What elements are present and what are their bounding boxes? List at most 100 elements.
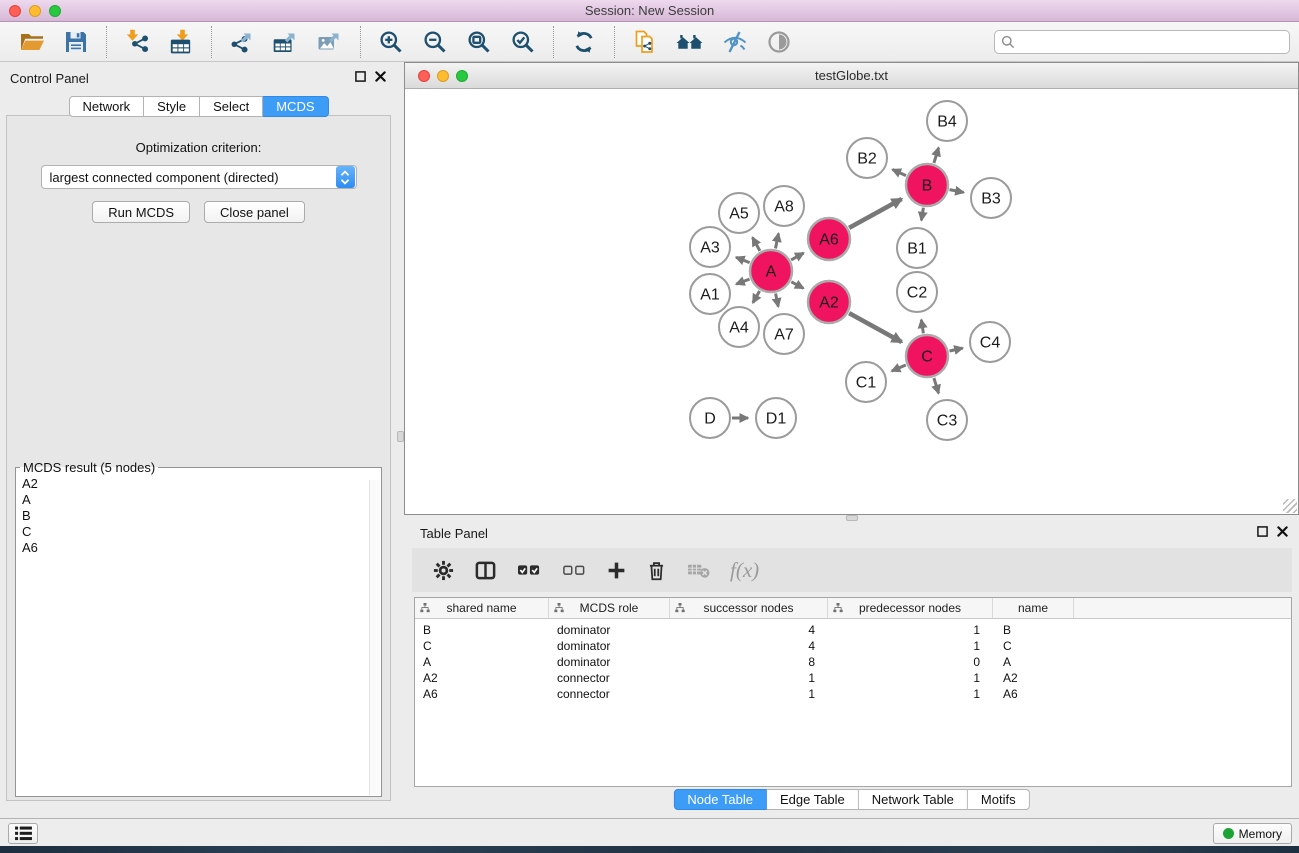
network-minimize-button[interactable] xyxy=(437,70,449,82)
vertical-split-grip[interactable] xyxy=(397,431,404,442)
edge-A-A8[interactable] xyxy=(776,234,779,249)
table-row[interactable]: Cdominator41C xyxy=(415,638,1291,654)
table-cell: 1 xyxy=(828,639,993,653)
run-mcds-button[interactable]: Run MCDS xyxy=(92,201,190,223)
refresh-layout-button[interactable] xyxy=(571,29,597,55)
tab-network[interactable]: Network xyxy=(68,96,144,117)
edge-A6-B[interactable] xyxy=(849,199,902,228)
control-panel-close-button[interactable] xyxy=(375,71,386,82)
select-all-button[interactable] xyxy=(516,559,542,581)
table-panel-close-button[interactable] xyxy=(1277,526,1288,537)
delete-column-button[interactable] xyxy=(646,559,667,582)
open-session-button[interactable] xyxy=(19,29,45,55)
edge-B-B3[interactable] xyxy=(950,190,964,193)
close-panel-button[interactable]: Close panel xyxy=(204,201,305,223)
result-scrollbar[interactable] xyxy=(369,480,380,795)
float-panel-icon xyxy=(1257,526,1268,537)
add-column-button[interactable] xyxy=(606,560,627,581)
export-table-button[interactable] xyxy=(273,29,299,55)
table-row[interactable]: Adominator80A xyxy=(415,654,1291,670)
show-graphics-details-button[interactable] xyxy=(766,29,792,55)
edge-A-A2[interactable] xyxy=(791,282,803,289)
node-label: D xyxy=(704,411,716,428)
home-view-button[interactable] xyxy=(676,30,704,54)
mcds-result-item[interactable]: C xyxy=(22,524,381,540)
mcds-result-item[interactable]: A2 xyxy=(22,476,381,492)
edge-C-C4[interactable] xyxy=(950,348,963,351)
network-window-traffic-lights xyxy=(418,70,468,82)
show-column-button[interactable] xyxy=(474,559,497,582)
column-header-MCDS-role[interactable]: MCDS role xyxy=(549,598,670,618)
table-cell: B xyxy=(993,623,1074,637)
edge-B-B2[interactable] xyxy=(893,170,907,176)
column-header-shared-name[interactable]: shared name xyxy=(415,598,549,618)
node-label: B3 xyxy=(981,191,1001,208)
node-label: C4 xyxy=(980,335,1001,352)
mcds-result-item[interactable]: A6 xyxy=(22,540,381,556)
window-resize-grip[interactable] xyxy=(1283,499,1297,513)
edge-A-A3[interactable] xyxy=(736,257,750,262)
export-image-button[interactable] xyxy=(317,29,343,55)
edge-A-A7[interactable] xyxy=(776,294,779,307)
control-panel-float-button[interactable] xyxy=(355,71,366,82)
table-panel-float-button[interactable] xyxy=(1257,526,1268,537)
table-cell: B xyxy=(415,623,549,637)
edge-A-A1[interactable] xyxy=(736,279,749,284)
delete-table-button xyxy=(686,560,711,581)
zoom-in-button[interactable] xyxy=(378,29,404,55)
settings-button[interactable] xyxy=(432,559,455,582)
save-session-button[interactable] xyxy=(63,29,89,55)
tab-style[interactable]: Style xyxy=(144,96,200,117)
edge-A-A5[interactable] xyxy=(753,238,760,251)
toolbar-separator xyxy=(553,26,554,58)
node-label: B xyxy=(922,178,933,195)
zoom-fit-button[interactable] xyxy=(466,29,492,55)
edge-C-C1[interactable] xyxy=(892,365,906,371)
function-builder-button[interactable]: f(x) xyxy=(730,558,759,583)
edge-A-A4[interactable] xyxy=(753,291,760,303)
main-toolbar-buttons xyxy=(10,26,801,58)
import-table-button[interactable] xyxy=(168,29,194,55)
zoom-out-button[interactable] xyxy=(422,29,448,55)
optimization-criterion-dropdown[interactable]: largest connected component (directed) xyxy=(41,165,357,189)
column-header-predecessor-nodes[interactable]: predecessor nodes xyxy=(828,598,993,618)
mcds-result-item[interactable]: B xyxy=(22,508,381,524)
clone-network-button[interactable] xyxy=(632,29,658,55)
tab-node-table[interactable]: Node Table xyxy=(673,789,767,810)
dropdown-stepper-icon xyxy=(336,166,355,188)
tab-network-table[interactable]: Network Table xyxy=(859,789,968,810)
edge-A2-C[interactable] xyxy=(849,313,902,342)
tab-select[interactable]: Select xyxy=(200,96,263,117)
horizontal-split-grip[interactable] xyxy=(846,515,858,521)
tab-mcds[interactable]: MCDS xyxy=(263,96,328,117)
edge-B-B4[interactable] xyxy=(934,148,939,163)
column-header-name[interactable]: name xyxy=(993,598,1074,618)
tab-edge-table[interactable]: Edge Table xyxy=(767,789,859,810)
deselect-all-button[interactable] xyxy=(561,559,587,581)
network-canvas[interactable]: B4B2BB3A5A8A6B1A3AA1C2A2A4A7C4CC1C3DD1 xyxy=(405,89,1298,514)
hide-graphics-details-button[interactable] xyxy=(722,29,748,55)
export-network-button[interactable] xyxy=(229,29,255,55)
column-header-successor-nodes[interactable]: successor nodes xyxy=(670,598,828,618)
edge-B-B1[interactable] xyxy=(921,208,923,221)
edge-C-C3[interactable] xyxy=(934,378,939,393)
mcds-buttons-row: Run MCDS Close panel xyxy=(7,201,390,223)
table-row[interactable]: A2connector11A2 xyxy=(415,670,1291,686)
node-label: B2 xyxy=(857,151,877,168)
network-close-button[interactable] xyxy=(418,70,430,82)
edge-A-A6[interactable] xyxy=(791,253,804,260)
delete-table-icon xyxy=(686,560,711,581)
column-header-label: name xyxy=(1018,601,1048,615)
edge-C-C2[interactable] xyxy=(921,320,923,334)
table-row[interactable]: Bdominator41B xyxy=(415,622,1291,638)
close-icon xyxy=(1277,526,1288,537)
memory-button[interactable]: Memory xyxy=(1213,823,1292,844)
mcds-result-item[interactable]: A xyxy=(22,492,381,508)
network-zoom-button[interactable] xyxy=(456,70,468,82)
zoom-selected-button[interactable] xyxy=(510,29,536,55)
table-row[interactable]: A6connector11A6 xyxy=(415,686,1291,702)
import-network-button[interactable] xyxy=(124,29,150,55)
task-history-button[interactable] xyxy=(8,823,38,844)
search-input[interactable] xyxy=(1020,35,1283,50)
tab-motifs[interactable]: Motifs xyxy=(968,789,1030,810)
